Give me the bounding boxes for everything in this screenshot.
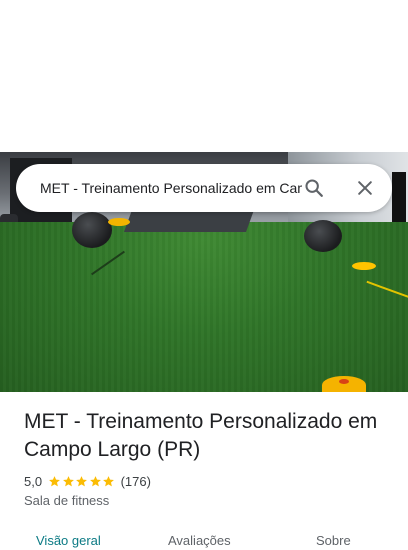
rating-value: 5,0 [24,473,43,489]
photo-medicine-ball [72,212,112,248]
star-icon [89,475,101,486]
review-count[interactable]: (176) [121,474,151,489]
rating-stars [48,475,116,488]
place-title: MET - Treinamento Personalizado em Campo… [24,410,378,461]
tab-overview[interactable]: Visão geral [36,532,101,550]
place-tabs: Visão geral Avaliações Sobre [0,528,408,548]
photo-medicine-ball [304,220,342,252]
photo-cone [322,376,366,392]
clear-search-button[interactable] [349,172,381,204]
tab-reviews[interactable]: Avaliações [168,532,231,550]
star-icon [49,475,60,486]
photo-cone [108,218,130,226]
tab-about[interactable]: Sobre [316,532,351,550]
photo-cone [352,262,376,270]
search-input[interactable]: MET - Treinamento Personalizado em Campo… [40,178,302,198]
blank-header-area [0,0,408,152]
rating-row[interactable]: 5,0 (176) [24,472,151,490]
close-icon [358,181,372,195]
star-icon [76,475,87,486]
search-button[interactable] [298,172,330,204]
search-icon [305,179,323,197]
search-bar[interactable]: MET - Treinamento Personalizado em Campo… [16,164,392,212]
photo-mat [123,210,255,232]
photo-turf [0,222,408,392]
place-category[interactable]: Sala de fitness [24,492,109,510]
star-icon [62,475,74,486]
star-icon [103,475,114,486]
